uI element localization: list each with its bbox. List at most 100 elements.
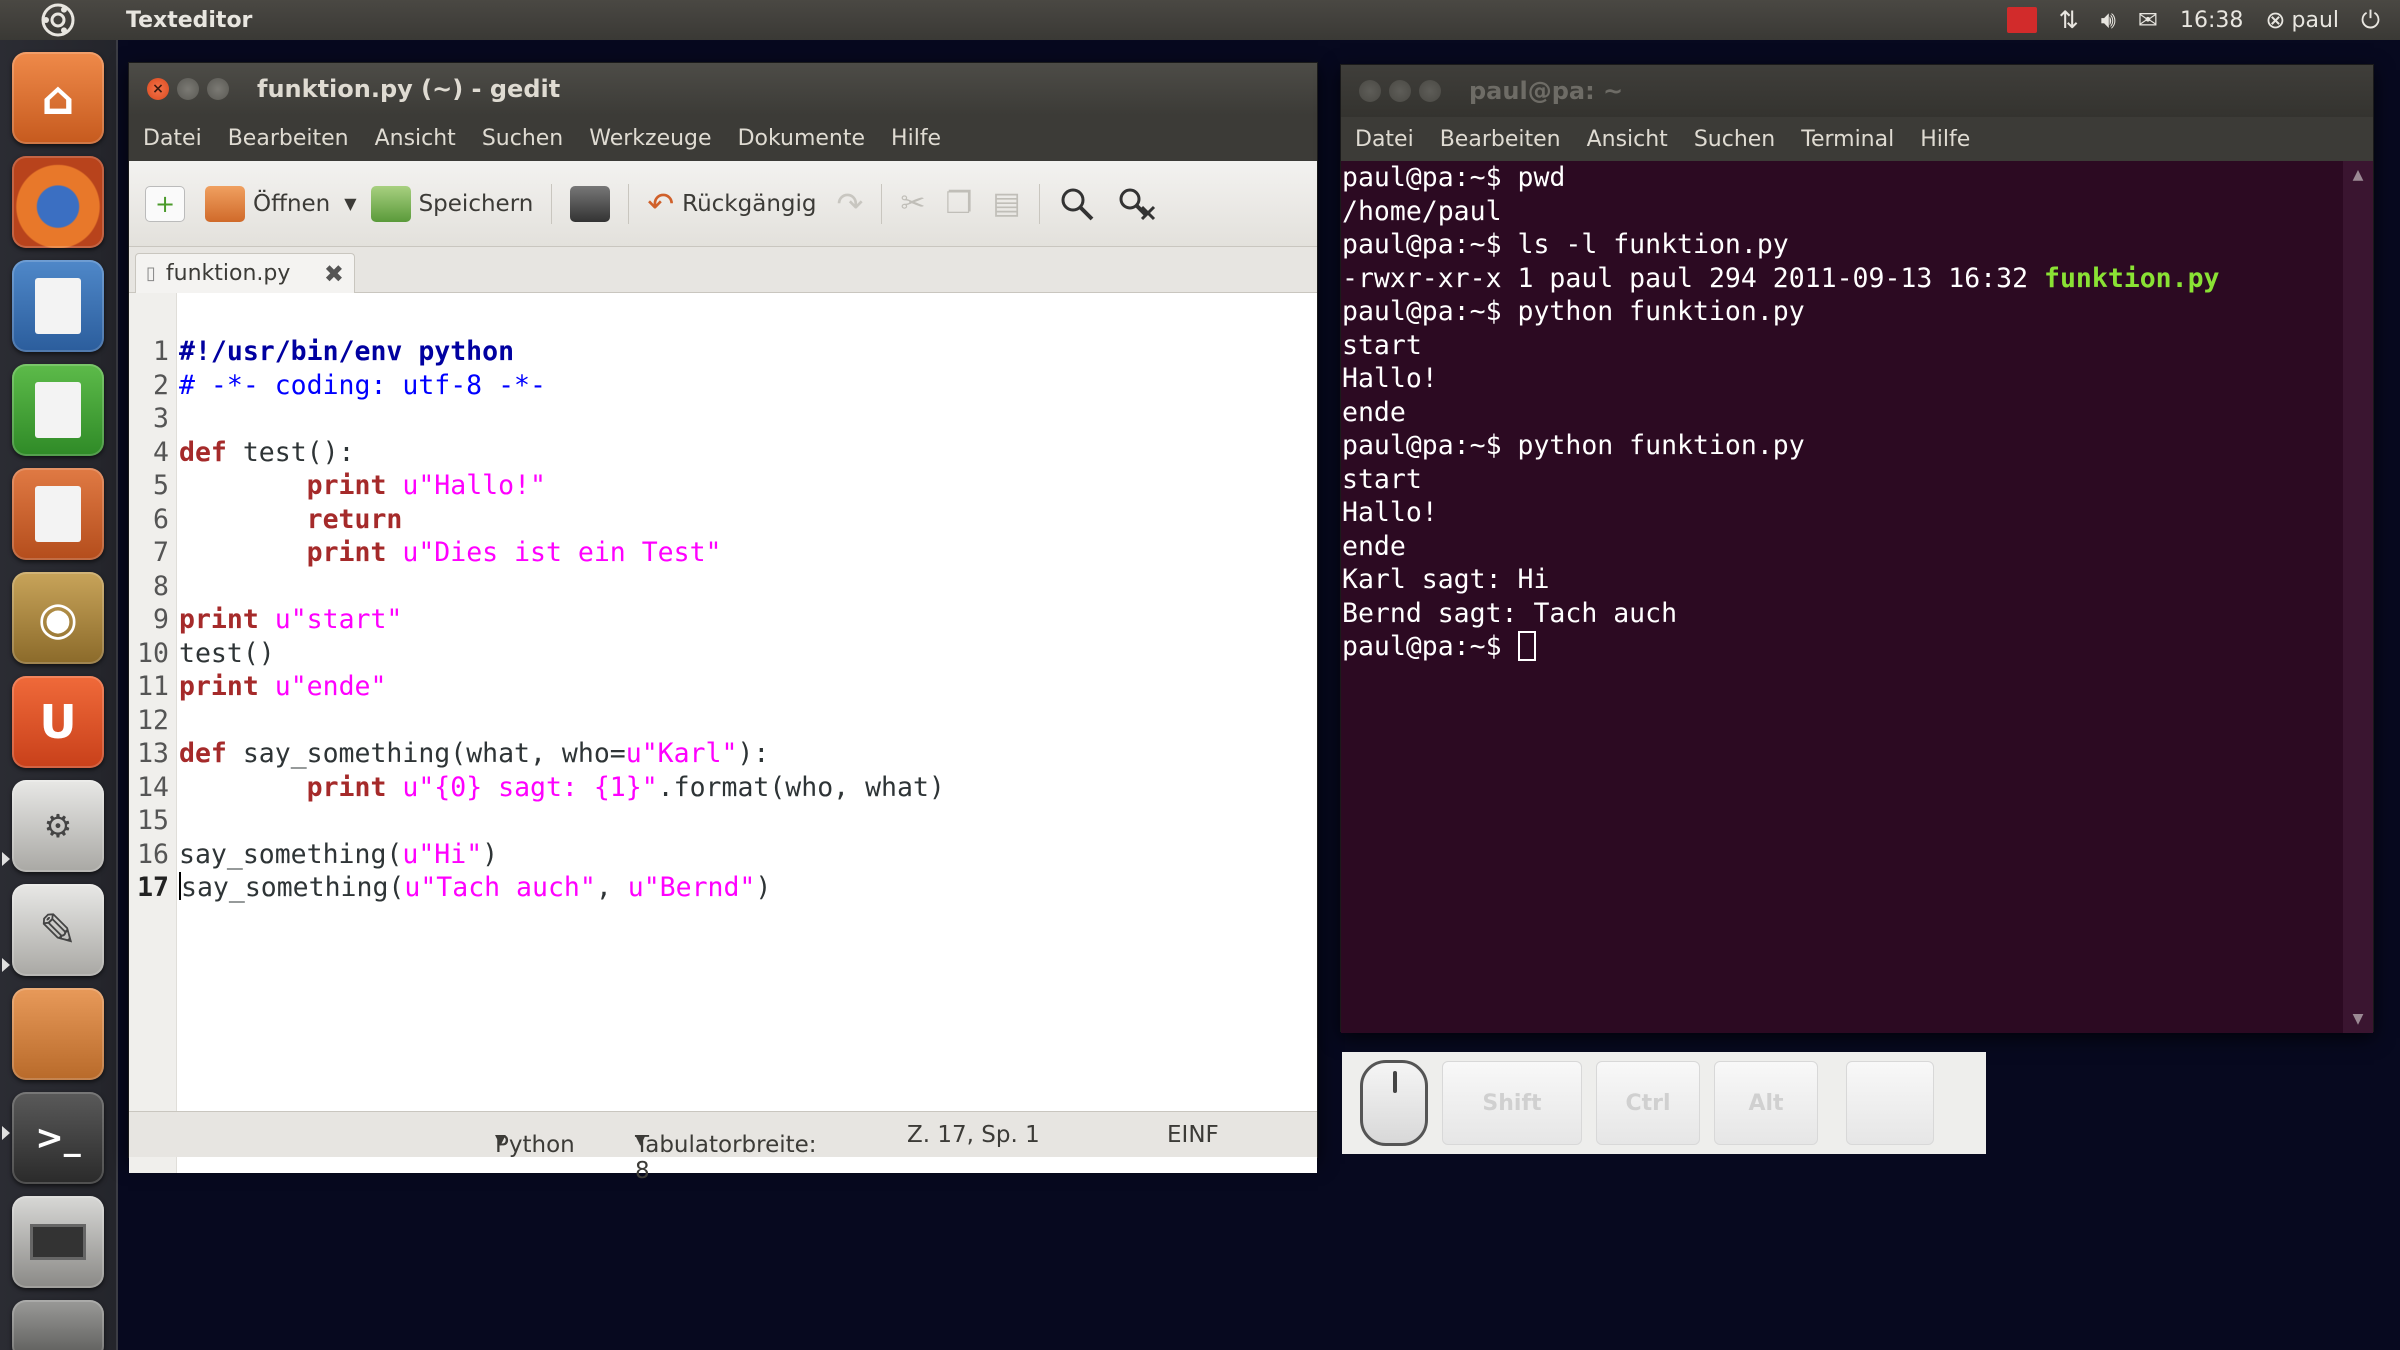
code-token: def xyxy=(179,436,227,468)
maximize-icon[interactable] xyxy=(207,78,229,100)
menu-documents[interactable]: Dokumente xyxy=(738,126,865,151)
network-icon[interactable]: ⇅ xyxy=(2059,6,2079,34)
paste-button[interactable]: ▤ xyxy=(982,176,1030,232)
user-status-icon: ⊗ xyxy=(2265,6,2286,34)
menu-terminal[interactable]: Terminal xyxy=(1801,127,1894,152)
record-indicator-icon[interactable] xyxy=(2006,7,2037,33)
menu-search[interactable]: Suchen xyxy=(1694,127,1775,152)
terminal-scrollbar[interactable]: ▲ ▼ xyxy=(2343,161,2373,1033)
line-number: 1 xyxy=(153,336,169,367)
terminal-menubar: Datei Bearbeiten Ansicht Suchen Terminal… xyxy=(1341,117,2373,161)
find-replace-button[interactable] xyxy=(1106,176,1166,232)
code-editor[interactable]: 1 #!/usr/bin/env python 2 # -*- coding: utf… xyxy=(129,293,1317,1173)
undo-button[interactable]: ↶ Rückgängig xyxy=(637,176,826,232)
code-line: 11 print u"ende" xyxy=(129,670,945,704)
menu-edit[interactable]: Bearbeiten xyxy=(228,126,349,151)
ubuntu-one-icon[interactable]: U xyxy=(12,676,104,768)
close-icon[interactable] xyxy=(1359,80,1381,102)
terminal-icon[interactable]: >_ xyxy=(12,1092,104,1184)
open-button[interactable]: Öffnen xyxy=(195,176,340,232)
code-line: 1 #!/usr/bin/env python xyxy=(129,335,945,369)
code-text: test() xyxy=(173,637,275,671)
menu-view[interactable]: Ansicht xyxy=(375,126,456,151)
print-button[interactable] xyxy=(560,176,620,232)
cut-button[interactable]: ✂ xyxy=(890,176,935,232)
code-token: u"ende" xyxy=(274,671,387,702)
copy-button[interactable]: ❐ xyxy=(935,176,982,232)
undo-icon: ↶ xyxy=(647,184,675,223)
search-icon xyxy=(1061,188,1094,220)
ubuntu-logo-icon[interactable] xyxy=(38,0,78,40)
firefox-icon[interactable] xyxy=(12,156,104,248)
minimize-icon[interactable] xyxy=(177,78,199,100)
menu-edit[interactable]: Bearbeiten xyxy=(1440,127,1561,152)
software-center-icon[interactable]: ◉ xyxy=(12,572,104,664)
libreoffice-impress-icon[interactable] xyxy=(12,468,104,560)
line-number: 10 xyxy=(137,637,169,669)
terminal-output[interactable]: paul@pa:~$ pwd/home/paul paul@pa:~$ ls -l… xyxy=(1341,161,2345,1033)
window-title: funktion.py (~) - gedit xyxy=(257,75,561,103)
code-token: print xyxy=(306,537,387,568)
tab-close-icon[interactable]: ✖ xyxy=(324,260,344,288)
terminal-text: paul@pa:~$ ls -l funktion.py xyxy=(1342,229,1789,260)
user-name: paul xyxy=(2291,7,2340,33)
terminal-text: Hallo! xyxy=(1342,497,1438,528)
gedit-titlebar[interactable]: × funktion.py (~) - gedit xyxy=(129,63,1317,115)
scroll-down-icon[interactable]: ▼ xyxy=(2353,1011,2364,1027)
shift-key-indicator: Shift xyxy=(1442,1061,1582,1145)
menu-view[interactable]: Ansicht xyxy=(1587,127,1668,152)
menu-help[interactable]: Hilfe xyxy=(1920,127,1970,152)
minimize-icon[interactable] xyxy=(1389,80,1411,102)
save-button[interactable]: Speichern xyxy=(361,176,544,232)
language-label: Python xyxy=(495,1132,575,1158)
line-number: 13 xyxy=(137,738,169,769)
terminal-titlebar[interactable]: paul@pa: ~ xyxy=(1341,65,2373,117)
gedit-menubar: Datei Bearbeiten Ansicht Suchen Werkzeug… xyxy=(129,115,1317,161)
code-token: print xyxy=(306,470,387,501)
toolbar-separator xyxy=(628,183,630,224)
archive-manager-icon[interactable] xyxy=(12,988,104,1080)
folder-open-icon xyxy=(205,185,245,222)
workspace-switcher-icon[interactable] xyxy=(12,1300,104,1350)
code-token: # -*- coding: utf-8 -*- xyxy=(179,369,546,401)
save-icon xyxy=(370,185,411,222)
home-folder-icon[interactable]: ⌂ xyxy=(12,52,104,144)
recent-files-dropdown[interactable]: ▼ xyxy=(340,176,360,232)
menu-tools[interactable]: Werkzeuge xyxy=(589,126,711,151)
text-editor-icon[interactable]: ✎ xyxy=(12,884,104,976)
running-indicator-icon xyxy=(2,958,10,972)
menu-file[interactable]: Datei xyxy=(1355,127,1414,152)
menu-file[interactable]: Datei xyxy=(143,126,202,151)
system-settings-icon[interactable]: ⚙ xyxy=(12,780,104,872)
launcher: ⌂ ◉ U ⚙ ✎ >_ xyxy=(0,40,118,1350)
terminal-text: -rwxr-xr-x 1 paul paul 294 2011-09-13 16… xyxy=(1342,262,2044,294)
terminal-line: paul@pa:~$ python funktion.py xyxy=(1342,295,2220,329)
menu-help[interactable]: Hilfe xyxy=(891,126,941,151)
scroll-up-icon[interactable]: ▲ xyxy=(2353,167,2364,183)
terminal-lines: paul@pa:~$ pwd/home/paul paul@pa:~$ ls -l… xyxy=(1342,161,2220,664)
code-text: print u"start" xyxy=(173,603,402,637)
redo-button[interactable]: ↷ xyxy=(827,176,874,232)
screenshot-icon[interactable] xyxy=(12,1196,104,1288)
new-document-button[interactable]: + xyxy=(135,176,195,232)
power-icon[interactable]: ⏻ xyxy=(2361,6,2380,34)
tab-funktion-py[interactable]: ▯ funktion.py ✖ xyxy=(135,253,355,293)
find-button[interactable] xyxy=(1048,176,1106,232)
terminal-line: paul@pa:~$ pwd xyxy=(1342,161,2220,195)
mail-icon[interactable]: ✉ xyxy=(2138,6,2158,34)
volume-icon[interactable]: 🔊︎ xyxy=(2101,6,2116,34)
tab-label: funktion.py xyxy=(165,261,291,286)
code-line: 3 xyxy=(129,402,945,436)
libreoffice-calc-icon[interactable] xyxy=(12,364,104,456)
user-menu[interactable]: ⊗ paul xyxy=(2265,6,2339,34)
close-icon[interactable]: × xyxy=(147,78,169,100)
line-number: 12 xyxy=(137,704,169,736)
libreoffice-writer-icon[interactable] xyxy=(12,260,104,352)
clock[interactable]: 16:38 xyxy=(2180,8,2243,33)
maximize-icon[interactable] xyxy=(1419,80,1441,102)
code-token: u"Hallo!" xyxy=(402,470,546,501)
menu-search[interactable]: Suchen xyxy=(482,126,563,151)
code-token: test() xyxy=(179,637,275,669)
code-text: print u"Dies ist ein Test" xyxy=(173,536,722,570)
code-line: 12 xyxy=(129,704,945,738)
